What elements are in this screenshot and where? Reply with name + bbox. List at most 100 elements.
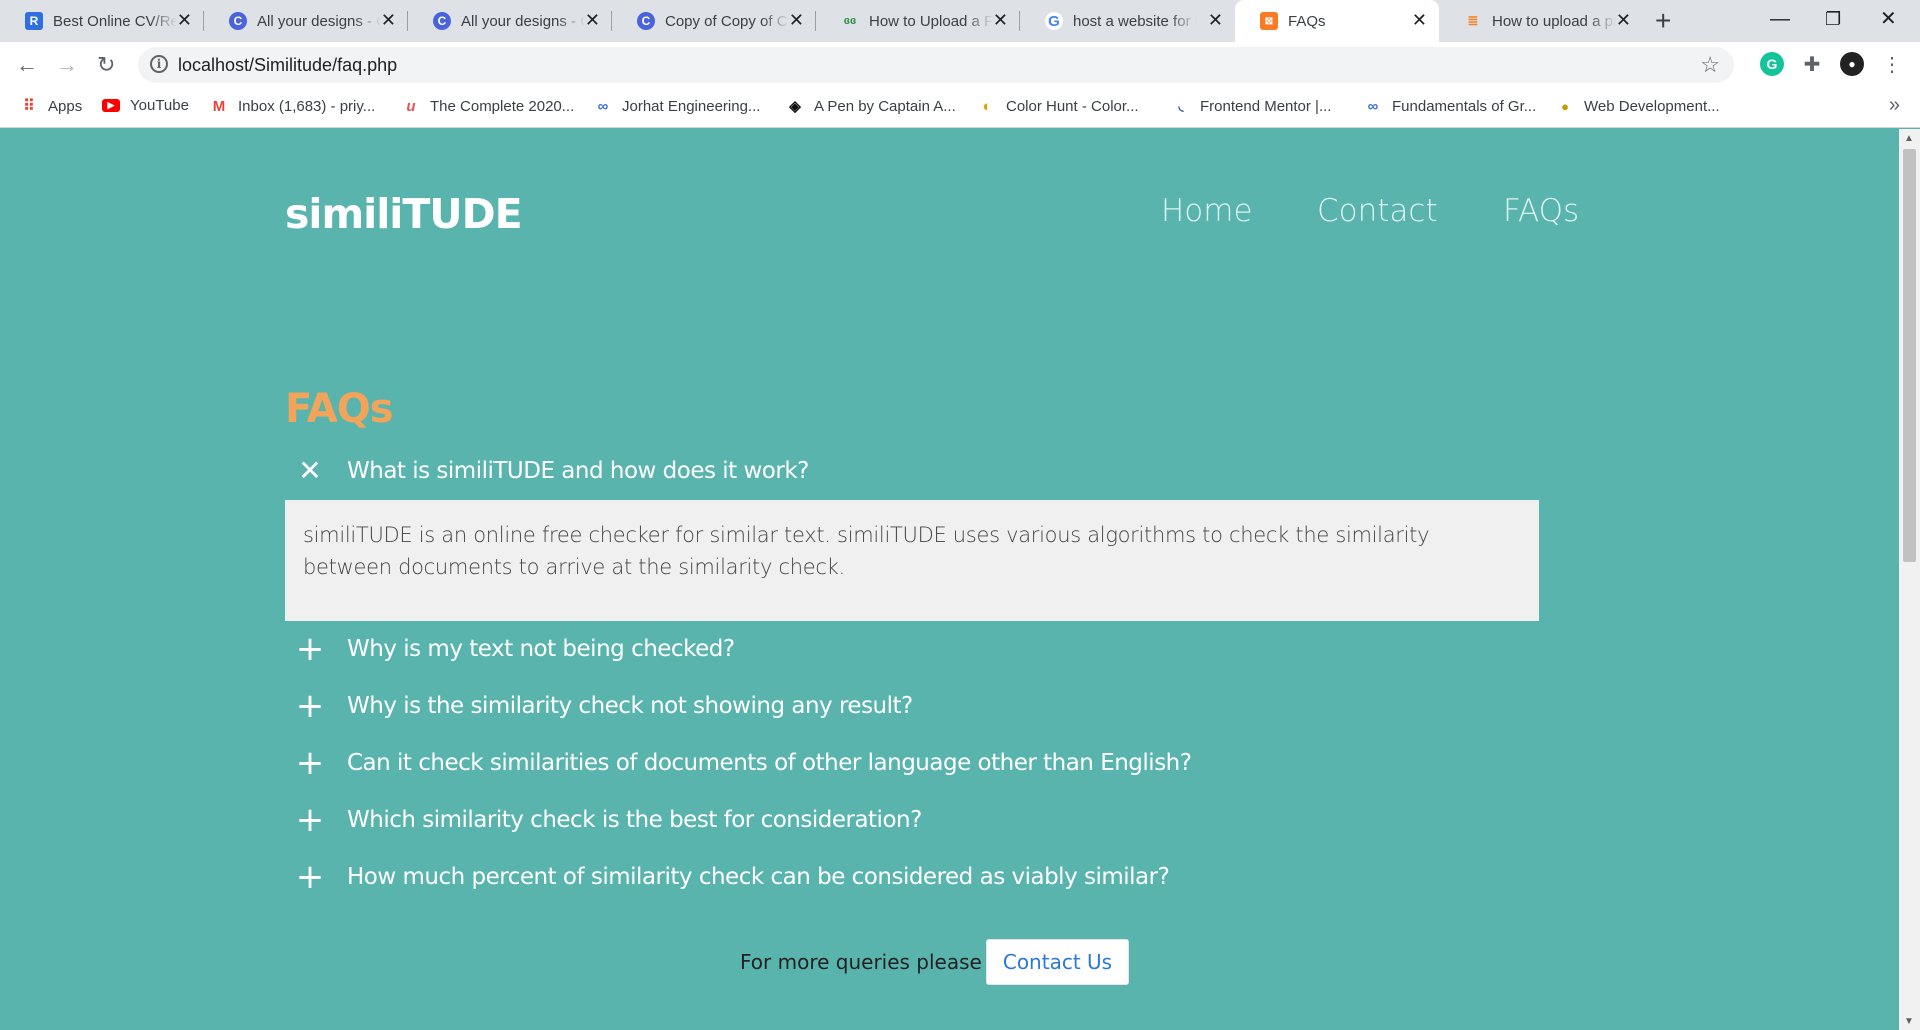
close-tab-icon[interactable]: ✕ (1208, 10, 1223, 30)
xampp-favicon-icon: ⊠ (1260, 12, 1278, 30)
bookmark-item[interactable]: ● Web Development... (1556, 97, 1720, 115)
codepen-icon: ◈ (789, 98, 801, 115)
bookmark-label: Frontend Mentor |... (1200, 97, 1332, 115)
browser-tab[interactable]: R Best Online CV/Resume ✕ (0, 0, 204, 42)
faq-item[interactable]: + Can it check similarities of documents… (285, 743, 1539, 783)
tab-title: How to Upload a File (869, 12, 993, 30)
tab-strip: R Best Online CV/Resume ✕ C All your des… (0, 0, 1920, 42)
scrollbar-thumb[interactable] (1903, 149, 1916, 562)
bookmark-item[interactable]: ◟ Frontend Mentor |... (1172, 97, 1331, 115)
close-tab-icon[interactable]: ✕ (177, 10, 192, 30)
browser-menu-icon[interactable]: ⋮ (1880, 52, 1904, 76)
browser-tab-active[interactable]: ⊠ FAQs ✕ (1235, 0, 1439, 42)
bookmarks-overflow-chevron-icon[interactable]: » (1889, 94, 1900, 117)
tab-title: How to upload a project (1492, 12, 1616, 30)
faq-question[interactable]: Can it check similarities of documents o… (347, 750, 1192, 776)
nav-link-faqs[interactable]: FAQs (1503, 193, 1579, 229)
browser-tab[interactable]: ɞɞ How to Upload a File ✕ (816, 0, 1020, 42)
back-arrow-icon[interactable]: ← (16, 51, 38, 79)
close-tab-icon[interactable]: ✕ (789, 10, 804, 30)
restore-window-icon[interactable]: ❐ (1825, 4, 1841, 34)
browser-tab[interactable]: G host a website for free ✕ (1020, 0, 1235, 42)
link-icon: ∞ (597, 97, 609, 115)
bookmark-star-icon[interactable]: ☆ (1700, 52, 1720, 78)
collapse-x-icon[interactable]: ✕ (285, 451, 335, 491)
address-bar[interactable]: i localhost/Similitude/faq.php ☆ (138, 47, 1734, 83)
faq-question-row[interactable]: + Can it check similarities of documents… (285, 743, 1539, 783)
new-tab-plus-icon[interactable]: + (1655, 6, 1671, 36)
faq-question-row[interactable]: + Which similarity check is the best for… (285, 800, 1539, 840)
browser-tab[interactable]: C Copy of Copy of Canva ✕ (612, 0, 816, 42)
close-tab-icon[interactable]: ✕ (585, 10, 600, 30)
expand-plus-icon[interactable]: + (285, 800, 335, 840)
faq-item[interactable]: + Why is my text not being checked? (285, 629, 1539, 669)
bookmark-item[interactable]: ▶ YouTube (102, 97, 189, 114)
bookmark-item[interactable]: ∞ Jorhat Engineering... (594, 97, 761, 115)
more-queries-row: For more queries please Contact Us (740, 939, 1130, 985)
close-tab-icon[interactable]: ✕ (381, 10, 396, 30)
youtube-icon: ▶ (102, 99, 120, 112)
site-info-icon[interactable]: i (150, 55, 168, 73)
faq-question[interactable]: Which similarity check is the best for c… (347, 807, 922, 833)
reload-icon[interactable]: ↻ (97, 51, 115, 79)
stackoverflow-favicon-icon: ≣ (1467, 13, 1479, 28)
bookmark-item[interactable]: u The Complete 2020... (402, 97, 574, 115)
faq-question[interactable]: What is similiTUDE and how does it work? (347, 458, 809, 484)
contact-us-button[interactable]: Contact Us (985, 939, 1130, 985)
faq-item[interactable]: ✕ What is similiTUDE and how does it wor… (285, 451, 1539, 491)
faq-item[interactable]: + Why is the similarity check not showin… (285, 686, 1539, 726)
faq-question-row[interactable]: + Why is the similarity check not showin… (285, 686, 1539, 726)
faq-item[interactable]: + Which similarity check is the best for… (285, 800, 1539, 840)
browser-tab[interactable]: C All your designs - Canva ✕ (204, 0, 408, 42)
tab-title: Best Online CV/Resume (53, 12, 177, 30)
faq-question[interactable]: Why is my text not being checked? (347, 636, 735, 662)
scroll-up-arrow-icon[interactable]: ▲ (1904, 133, 1914, 144)
grammarly-extension-icon[interactable]: G (1760, 52, 1784, 76)
expand-plus-icon[interactable]: + (285, 857, 335, 897)
faq-question[interactable]: How much percent of similarity check can… (347, 864, 1170, 890)
profile-avatar[interactable]: ● (1840, 52, 1864, 76)
expand-plus-icon[interactable]: + (285, 743, 335, 783)
browser-tab[interactable]: C All your designs - Canva ✕ (408, 0, 612, 42)
faq-question-row[interactable]: + Why is my text not being checked? (285, 629, 1539, 669)
expand-plus-icon[interactable]: + (285, 629, 335, 669)
faq-question-row[interactable]: + How much percent of similarity check c… (285, 857, 1539, 897)
tab-title: All your designs - Canva (461, 12, 585, 30)
bookmark-item[interactable]: M Inbox (1,683) - priy... (210, 97, 376, 115)
geeksforgeeks-favicon-icon: ɞɞ (843, 15, 857, 27)
link-icon: ∞ (1367, 97, 1379, 115)
resume-favicon-icon: R (25, 12, 43, 30)
faq-page: similiTUDE Home Contact FAQs FAQs ✕ What… (0, 129, 1899, 1030)
forward-arrow-icon[interactable]: → (56, 51, 78, 79)
page-title: FAQs (285, 386, 394, 432)
close-window-icon[interactable]: ✕ (1880, 4, 1897, 34)
gmail-icon: M (212, 97, 226, 115)
faq-answer-panel: similiTUDE is an online free checker for… (285, 500, 1539, 621)
close-tab-icon[interactable]: ✕ (1412, 10, 1427, 30)
close-tab-icon[interactable]: ✕ (1616, 10, 1631, 30)
bookmark-item[interactable]: ◐ Color Hunt - Color... (978, 97, 1139, 115)
expand-plus-icon[interactable]: + (285, 686, 335, 726)
web-dev-icon: ● (1561, 98, 1569, 114)
canva-favicon-icon: C (433, 12, 451, 30)
faq-question[interactable]: Why is the similarity check not showing … (347, 693, 913, 719)
extensions-puzzle-icon[interactable]: ✚ (1800, 52, 1824, 76)
nav-link-contact[interactable]: Contact (1317, 193, 1438, 229)
faq-question-row[interactable]: ✕ What is similiTUDE and how does it wor… (285, 451, 1539, 491)
more-queries-text: For more queries please (740, 950, 982, 974)
bookmark-label: Fundamentals of Gr... (1392, 97, 1537, 115)
browser-tab[interactable]: ≣ How to upload a project ✕ (1439, 0, 1643, 42)
google-favicon-icon: G (1045, 12, 1063, 30)
site-logo[interactable]: similiTUDE (285, 190, 523, 238)
bookmark-item[interactable]: ◈ A Pen by Captain A... (786, 97, 956, 116)
nav-link-home[interactable]: Home (1161, 193, 1253, 229)
faq-item[interactable]: + How much percent of similarity check c… (285, 857, 1539, 897)
close-tab-icon[interactable]: ✕ (993, 10, 1008, 30)
bookmark-item[interactable]: ⠿ Apps (20, 97, 82, 116)
bookmark-item[interactable]: ∞ Fundamentals of Gr... (1364, 97, 1537, 115)
bookmark-label: Color Hunt - Color... (1006, 97, 1139, 115)
scroll-down-arrow-icon[interactable]: ▼ (1904, 1016, 1914, 1027)
minimize-window-icon[interactable]: — (1770, 4, 1790, 34)
page-scrollbar[interactable]: ▲ ▼ (1899, 129, 1920, 1030)
bookmark-label: A Pen by Captain A... (814, 97, 956, 115)
